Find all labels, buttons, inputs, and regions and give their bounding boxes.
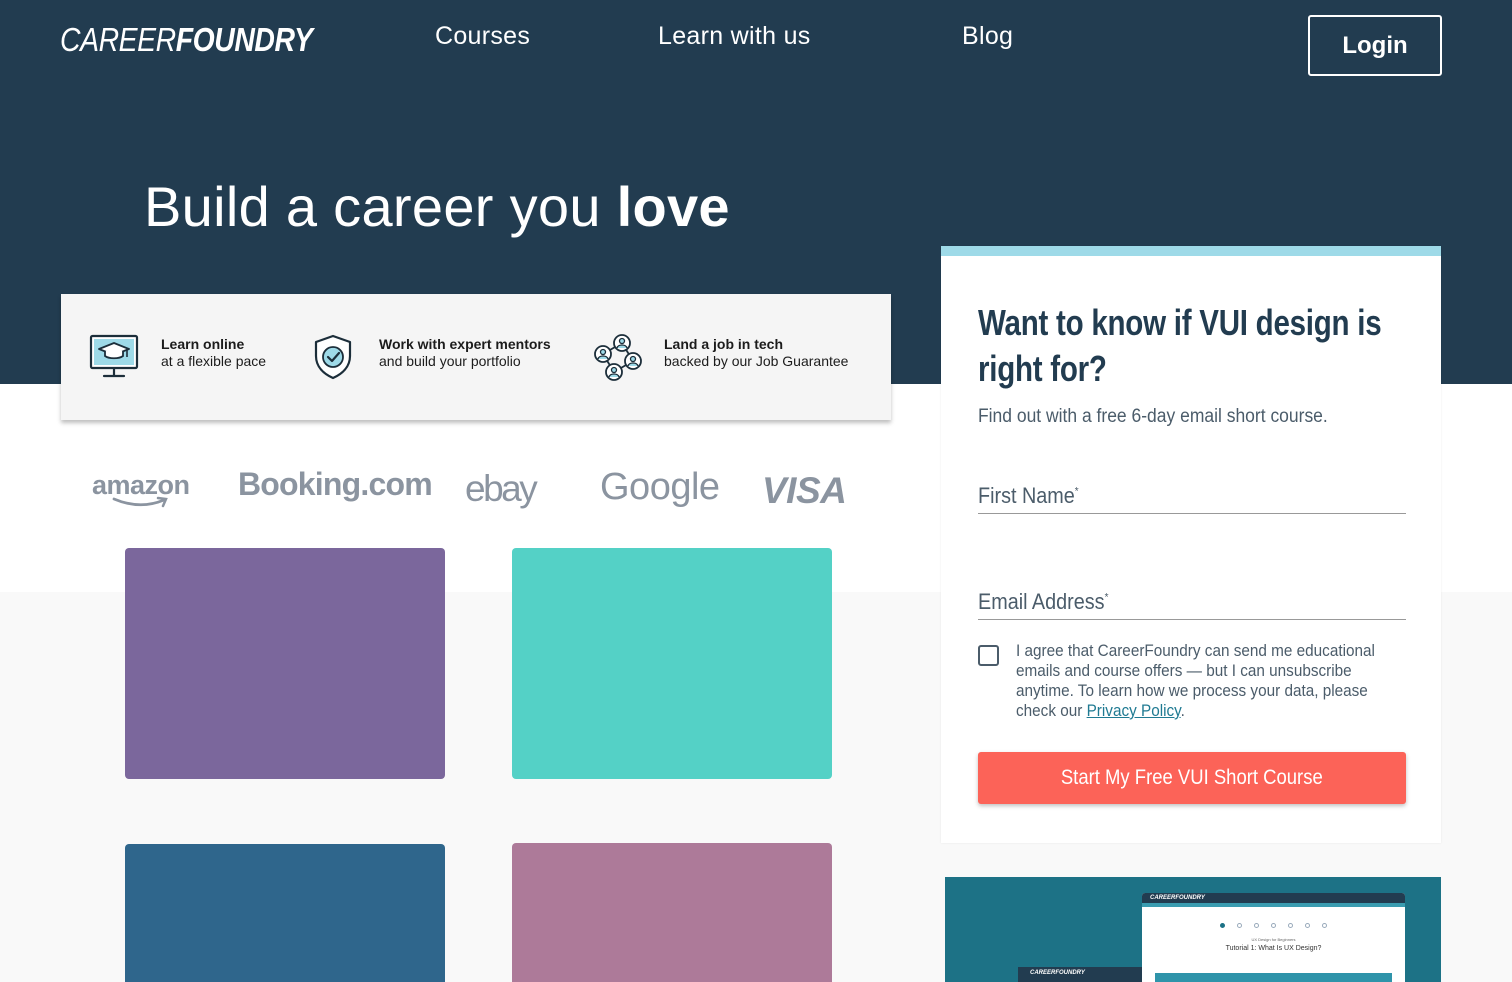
consent-end: . (1180, 701, 1185, 720)
feature-title: Land a job in tech (664, 336, 784, 352)
logo-text-light: CAREER (60, 21, 176, 58)
nav-link-courses[interactable]: Courses (435, 22, 530, 51)
feature-subtitle: backed by our Job Guarantee (664, 353, 849, 369)
course-card-1[interactable] (125, 548, 445, 779)
logo-text-bold: FOUNDRY (175, 21, 313, 58)
email-field[interactable]: Email Address* (978, 584, 1406, 620)
required-mark: * (1104, 591, 1109, 604)
required-mark: * (1074, 485, 1079, 498)
careerfoundry-logo[interactable]: CAREER FOUNDRY (60, 20, 313, 60)
shield-check-icon (311, 332, 363, 382)
feature-job: Land a job in tech backed by our Job Gua… (664, 336, 848, 370)
course-preview-image: CAREERFOUNDRY UX Design for Beginners Tu… (945, 877, 1441, 982)
hero-title-bold: love (616, 175, 730, 238)
mockup-subbar (1142, 903, 1405, 907)
signup-form-card: Want to know if VUI design is right for?… (941, 246, 1441, 843)
privacy-policy-link[interactable]: Privacy Policy (1087, 701, 1181, 720)
first-name-field[interactable]: First Name* (978, 478, 1406, 514)
course-card-3[interactable] (125, 844, 445, 982)
graduation-monitor-icon (89, 332, 141, 382)
amazon-smile-icon (112, 496, 168, 508)
login-button[interactable]: Login (1308, 15, 1442, 76)
form-title: Want to know if VUI design is right for? (978, 302, 1382, 389)
ebay-logo: ebay (465, 468, 538, 509)
feature-subtitle: at a flexible pace (161, 353, 267, 369)
feature-title: Learn online (161, 336, 245, 352)
nav-link-blog[interactable]: Blog (962, 22, 1013, 51)
network-people-icon (591, 332, 643, 382)
first-name-label-text: First Name (978, 483, 1075, 508)
email-label: Email Address* (978, 589, 1108, 615)
first-name-label: First Name* (978, 483, 1079, 509)
email-label-text: Email Address (978, 589, 1105, 614)
consent-text: I agree that CareerFoundry can send me e… (1016, 641, 1403, 721)
features-box: Learn online at a flexible pace Work wit… (61, 294, 891, 420)
mockup-teal-block (1155, 973, 1392, 982)
feature-mentors: Work with expert mentors and build your … (379, 336, 551, 370)
hero-title: Build a career you love (144, 174, 730, 239)
mockup-header: CAREERFOUNDRY (1142, 893, 1405, 903)
hero-title-light: Build a career you (144, 175, 617, 238)
consent-body: I agree that CareerFoundry can send me e… (1016, 641, 1375, 720)
booking-logo: Booking.com (238, 466, 433, 502)
form-subtitle: Find out with a free 6-day email short c… (978, 406, 1328, 427)
mockup-title: Tutorial 1: What Is UX Design? (1225, 945, 1322, 952)
amazon-logo: amazon (92, 470, 190, 508)
consent-checkbox[interactable] (978, 645, 999, 666)
feature-learn-online: Learn online at a flexible pace (161, 336, 266, 370)
nav-link-learn-with-us[interactable]: Learn with us (658, 22, 811, 51)
feature-subtitle: and build your portfolio (379, 353, 521, 369)
mockup-small-text: UX Design for Beginners (1251, 937, 1296, 942)
feature-title: Work with expert mentors (379, 336, 551, 352)
preview-mockup-secondary: CAREERFOUNDRY (1018, 967, 1142, 982)
mockup-steps (1220, 923, 1327, 928)
start-short-course-button[interactable]: Start My Free VUI Short Course (978, 752, 1406, 804)
course-card-4[interactable] (512, 843, 832, 982)
google-logo: Google (600, 466, 720, 508)
cta-label: Start My Free VUI Short Course (1061, 766, 1323, 789)
visa-logo: VISA (762, 470, 847, 511)
course-card-2[interactable] (512, 548, 832, 779)
preview-mockup: CAREERFOUNDRY UX Design for Beginners Tu… (1142, 893, 1405, 982)
